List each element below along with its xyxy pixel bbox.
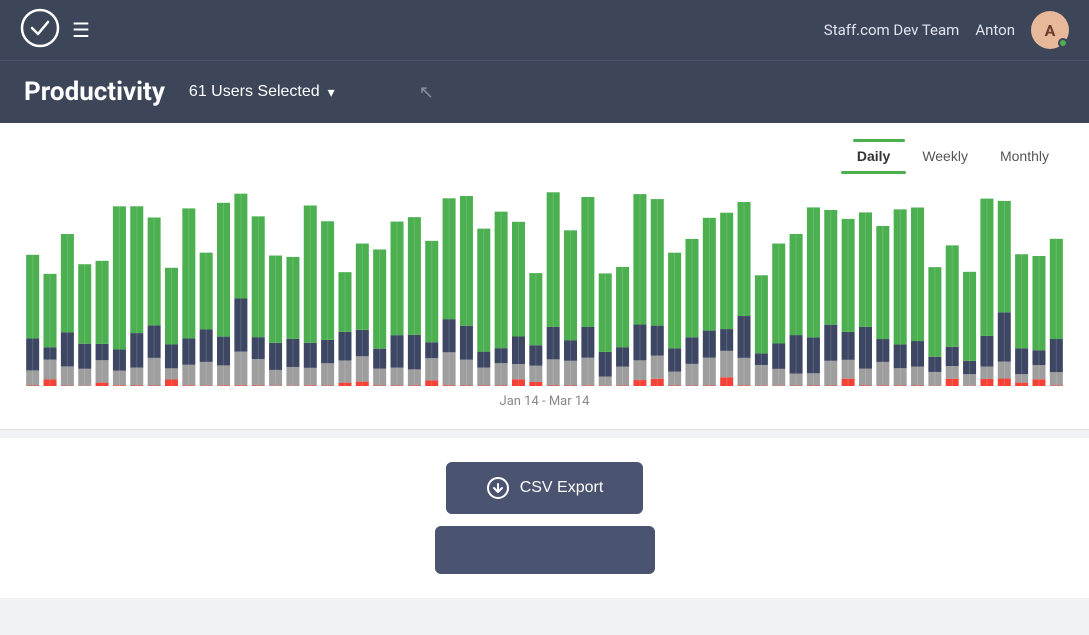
page-header: Productivity 61 Users Selected ▾ ↖: [0, 60, 1089, 123]
bar-chart: [24, 186, 1065, 386]
navbar: ☰ Staff.com Dev Team Anton A: [0, 0, 1089, 60]
page-title: Productivity: [24, 77, 165, 107]
csv-export-label: CSV Export: [520, 479, 604, 497]
cursor-indicator: ↖: [419, 82, 434, 103]
tab-weekly[interactable]: Weekly: [906, 142, 984, 170]
avatar-status-dot: [1058, 38, 1068, 48]
avatar-initials: A: [1045, 21, 1056, 40]
menu-icon[interactable]: ☰: [72, 18, 90, 42]
chart-card: Daily Weekly Monthly Jan 14 - Mar 14: [0, 123, 1089, 430]
tab-monthly[interactable]: Monthly: [984, 142, 1065, 170]
second-export-button[interactable]: [435, 526, 655, 574]
username: Anton: [975, 21, 1015, 39]
team-name: Staff.com Dev Team: [824, 21, 960, 39]
tab-daily[interactable]: Daily: [841, 142, 906, 170]
chart-date-label: Jan 14 - Mar 14: [24, 394, 1065, 409]
chevron-down-icon: ▾: [328, 84, 335, 101]
users-selected-button[interactable]: 61 Users Selected ▾: [181, 79, 343, 105]
logo-icon: [20, 8, 60, 48]
download-icon: [486, 476, 510, 500]
logo[interactable]: [20, 8, 60, 52]
csv-export-button[interactable]: CSV Export: [446, 462, 644, 514]
navbar-right: Staff.com Dev Team Anton A: [824, 11, 1069, 49]
main-content: Daily Weekly Monthly Jan 14 - Mar 14 CSV…: [0, 123, 1089, 598]
users-selected-label: 61 Users Selected: [189, 83, 320, 101]
export-card: CSV Export: [0, 438, 1089, 598]
chart-container: [24, 186, 1065, 386]
period-tabs: Daily Weekly Monthly: [24, 142, 1065, 170]
avatar[interactable]: A: [1031, 11, 1069, 49]
